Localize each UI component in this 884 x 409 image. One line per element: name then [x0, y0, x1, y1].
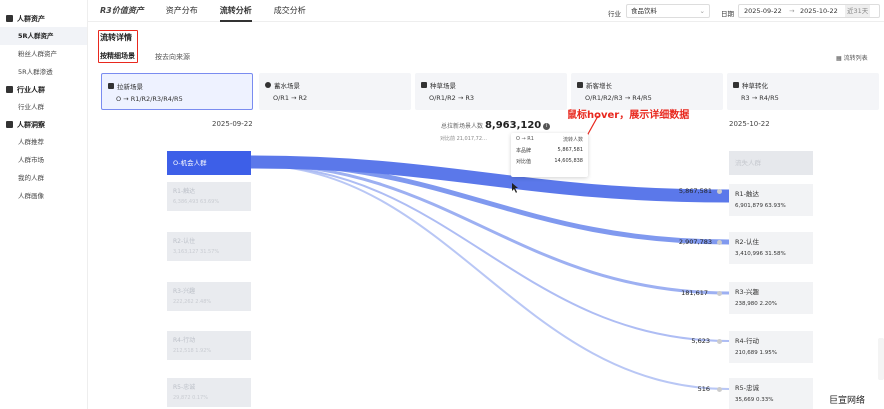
expand-icon[interactable]: [717, 240, 722, 245]
flow-value-r4: 5,623: [691, 337, 710, 345]
right-node-r5[interactable]: R5-忠诚 35,669 0.33%: [729, 378, 813, 409]
side-float-toolbar[interactable]: [878, 338, 884, 380]
right-node-r1[interactable]: R1-触达 6,901,879 63.93%: [729, 184, 813, 216]
flow-value-r5: 516: [697, 385, 710, 393]
expand-icon[interactable]: [717, 339, 722, 344]
right-node-r4[interactable]: R4-行动 210,689 1.95%: [729, 331, 813, 363]
hover-tooltip: O → R1 流转人数 本品牌 5,867,581 对比值 14,605,838: [511, 133, 588, 177]
right-node-r3[interactable]: R3-兴趣 238,980 2.20%: [729, 282, 813, 314]
left-node-o[interactable]: O-机会人群: [167, 151, 251, 175]
expand-icon[interactable]: [717, 387, 722, 392]
flow-value-r2: 2,907,783: [678, 238, 712, 246]
left-node-r5[interactable]: R5-忠诚 29,872 0.17%: [167, 378, 251, 407]
right-node-r2[interactable]: R2-认住 3,410,996 31.58%: [729, 232, 813, 264]
expand-icon[interactable]: [717, 189, 722, 194]
flow-value-r3: 181,617: [681, 289, 708, 297]
annotation-text: 鼠标hover，展示详细数据: [567, 110, 690, 121]
left-node-r2[interactable]: R2-认住 3,163,127 31.57%: [167, 232, 251, 261]
expand-icon[interactable]: [717, 291, 722, 296]
watermark: 巨宣网络: [829, 396, 866, 406]
left-node-r1[interactable]: R1-触达 6,386,493 63.69%: [167, 182, 251, 211]
left-node-r4[interactable]: R4-行动 212,518 1.92%: [167, 331, 251, 360]
flow-value-r1: 5,867,581: [678, 187, 712, 195]
left-node-r3[interactable]: R3-兴趣 222,262 2.48%: [167, 282, 251, 311]
right-node-lost[interactable]: 流失人群: [729, 151, 813, 175]
